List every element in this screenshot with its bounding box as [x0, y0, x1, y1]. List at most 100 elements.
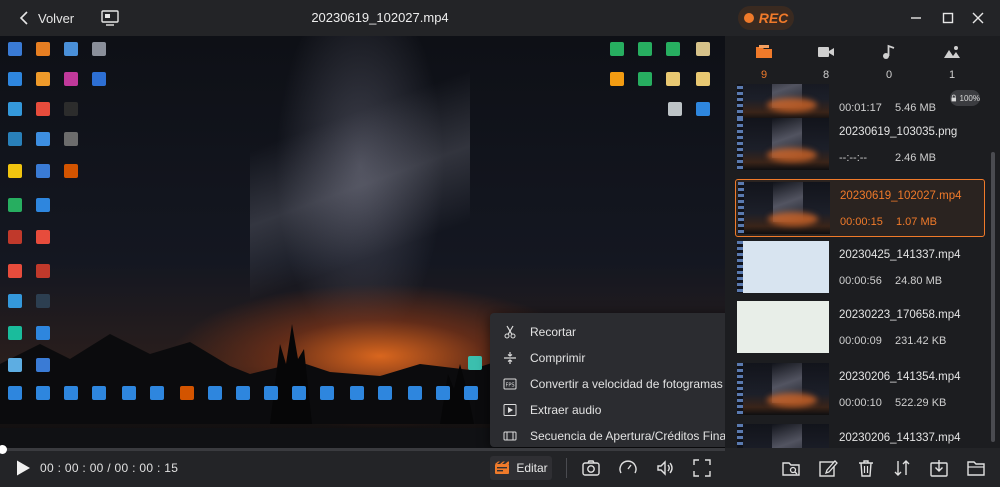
record-dot-icon — [743, 13, 754, 23]
desktop-icon — [8, 102, 22, 116]
fullscreen-button[interactable] — [692, 458, 712, 478]
maximize-icon — [942, 12, 954, 24]
image-thumbnail — [737, 118, 829, 170]
desktop-icon — [292, 386, 306, 400]
progress-knob[interactable] — [0, 445, 7, 454]
video-icon — [818, 47, 834, 57]
file-size: 522.29 KB — [895, 397, 947, 409]
open-folder-button[interactable] — [966, 458, 986, 478]
desktop-icon — [436, 386, 450, 400]
desktop-icon — [92, 72, 106, 86]
list-item[interactable]: 20230206_141337.mp4 — [735, 422, 985, 448]
desktop-icon — [666, 72, 680, 86]
desktop-icon — [36, 230, 50, 244]
list-scrollbar[interactable] — [991, 152, 995, 442]
screen-mode-button[interactable] — [100, 9, 120, 27]
rename-button[interactable] — [818, 458, 838, 478]
volume-button[interactable] — [655, 458, 675, 478]
progress-bar[interactable] — [0, 445, 725, 454]
desktop-icon — [666, 42, 680, 56]
delete-button[interactable] — [856, 458, 876, 478]
video-thumbnail — [737, 241, 829, 293]
desktop-icon — [64, 164, 78, 178]
list-item[interactable]: 20230425_141337.mp4 00:00:56 24.80 MB — [735, 239, 985, 297]
play-button[interactable] — [14, 459, 32, 477]
desktop-icon — [36, 264, 50, 278]
sort-button[interactable] — [892, 458, 912, 478]
desktop-icon — [36, 102, 50, 116]
import-button[interactable] — [929, 458, 949, 478]
menu-item-label: Extraer audio — [530, 403, 602, 417]
file-title: 20230619_102027.mp4 — [311, 10, 449, 25]
file-name: 20230619_102027.mp4 — [840, 190, 962, 202]
speed-badge-label: 100% — [959, 93, 980, 103]
folder-icon — [756, 45, 772, 58]
speed-button[interactable] — [618, 458, 638, 478]
fullscreen-icon — [693, 459, 711, 477]
list-item[interactable]: 20230619_103035.png --:--:-- 2.46 MB — [735, 116, 985, 174]
video-thumbnail — [737, 84, 829, 120]
video-thumbnail — [737, 301, 829, 353]
list-item[interactable]: 20230206_141354.mp4 00:00:10 522.29 KB — [735, 361, 985, 419]
desktop-icon — [320, 386, 334, 400]
desktop-icon — [8, 42, 22, 56]
category-audio[interactable]: 0 — [864, 44, 914, 81]
screenshot-button[interactable] — [581, 458, 601, 478]
desktop-icon — [208, 386, 222, 400]
category-images[interactable]: 1 — [927, 44, 977, 81]
desktop-icon — [36, 42, 50, 56]
rec-button[interactable]: REC — [738, 6, 794, 30]
video-thumbnail — [737, 424, 829, 448]
folder-search-icon — [782, 462, 800, 476]
maximize-button[interactable] — [939, 9, 957, 27]
camera-icon — [582, 460, 600, 476]
desktop-icon — [150, 386, 164, 400]
video-thumbnail — [737, 363, 829, 415]
list-item[interactable]: 20230223_170658.mp4 00:00:09 231.42 KB — [735, 299, 985, 357]
file-name: 20230223_170658.mp4 — [839, 309, 961, 321]
desktop-icon — [8, 132, 22, 146]
file-name: 20230206_141354.mp4 — [839, 371, 961, 383]
trash-icon — [859, 460, 873, 477]
film-edit-icon — [495, 461, 510, 474]
desktop-icon — [638, 72, 652, 86]
desktop-icon — [64, 42, 78, 56]
audio-icon — [883, 44, 895, 59]
milky-way-glow — [250, 36, 470, 336]
minimize-button[interactable] — [907, 9, 925, 27]
desktop-icon — [8, 264, 22, 278]
desktop-icon — [36, 72, 50, 86]
desktop-icon — [696, 102, 710, 116]
desktop-icon — [610, 72, 624, 86]
desktop-icon — [64, 386, 78, 400]
desktop-icon — [92, 386, 106, 400]
category-count: 9 — [760, 69, 768, 81]
edit-button[interactable]: Editar — [490, 456, 552, 480]
speedometer-icon — [619, 460, 637, 474]
desktop-icon — [36, 164, 50, 178]
desktop-icon — [378, 386, 392, 400]
speed-badge[interactable]: 100% — [950, 90, 980, 106]
file-size: 5.46 MB — [895, 102, 936, 114]
close-button[interactable] — [969, 9, 987, 27]
desktop-icon — [36, 386, 50, 400]
desktop-icon — [92, 42, 106, 56]
back-button[interactable]: Volver — [18, 8, 74, 28]
locate-file-button[interactable] — [781, 458, 801, 478]
file-size: 231.42 KB — [895, 335, 947, 347]
file-name: 20230619_103035.png — [839, 126, 958, 138]
video-thumbnail — [738, 182, 830, 234]
playback-controls: 00 : 00 : 00 / 00 : 00 : 15 Editar — [0, 445, 1000, 487]
desktop-icon — [610, 42, 624, 56]
desktop-icon — [468, 356, 482, 370]
category-all[interactable]: 9 — [739, 44, 789, 81]
file-size: 1.07 MB — [896, 216, 937, 228]
fps-icon: FPS — [503, 378, 517, 390]
list-item-selected[interactable]: 20230619_102027.mp4 00:00:15 1.07 MB — [735, 179, 985, 237]
desktop-icon — [36, 132, 50, 146]
svg-text:FPS: FPS — [505, 383, 514, 389]
category-count: 0 — [885, 69, 893, 81]
category-video[interactable]: 8 — [801, 44, 851, 81]
monitor-icon — [101, 10, 119, 26]
desktop-icon — [236, 386, 250, 400]
